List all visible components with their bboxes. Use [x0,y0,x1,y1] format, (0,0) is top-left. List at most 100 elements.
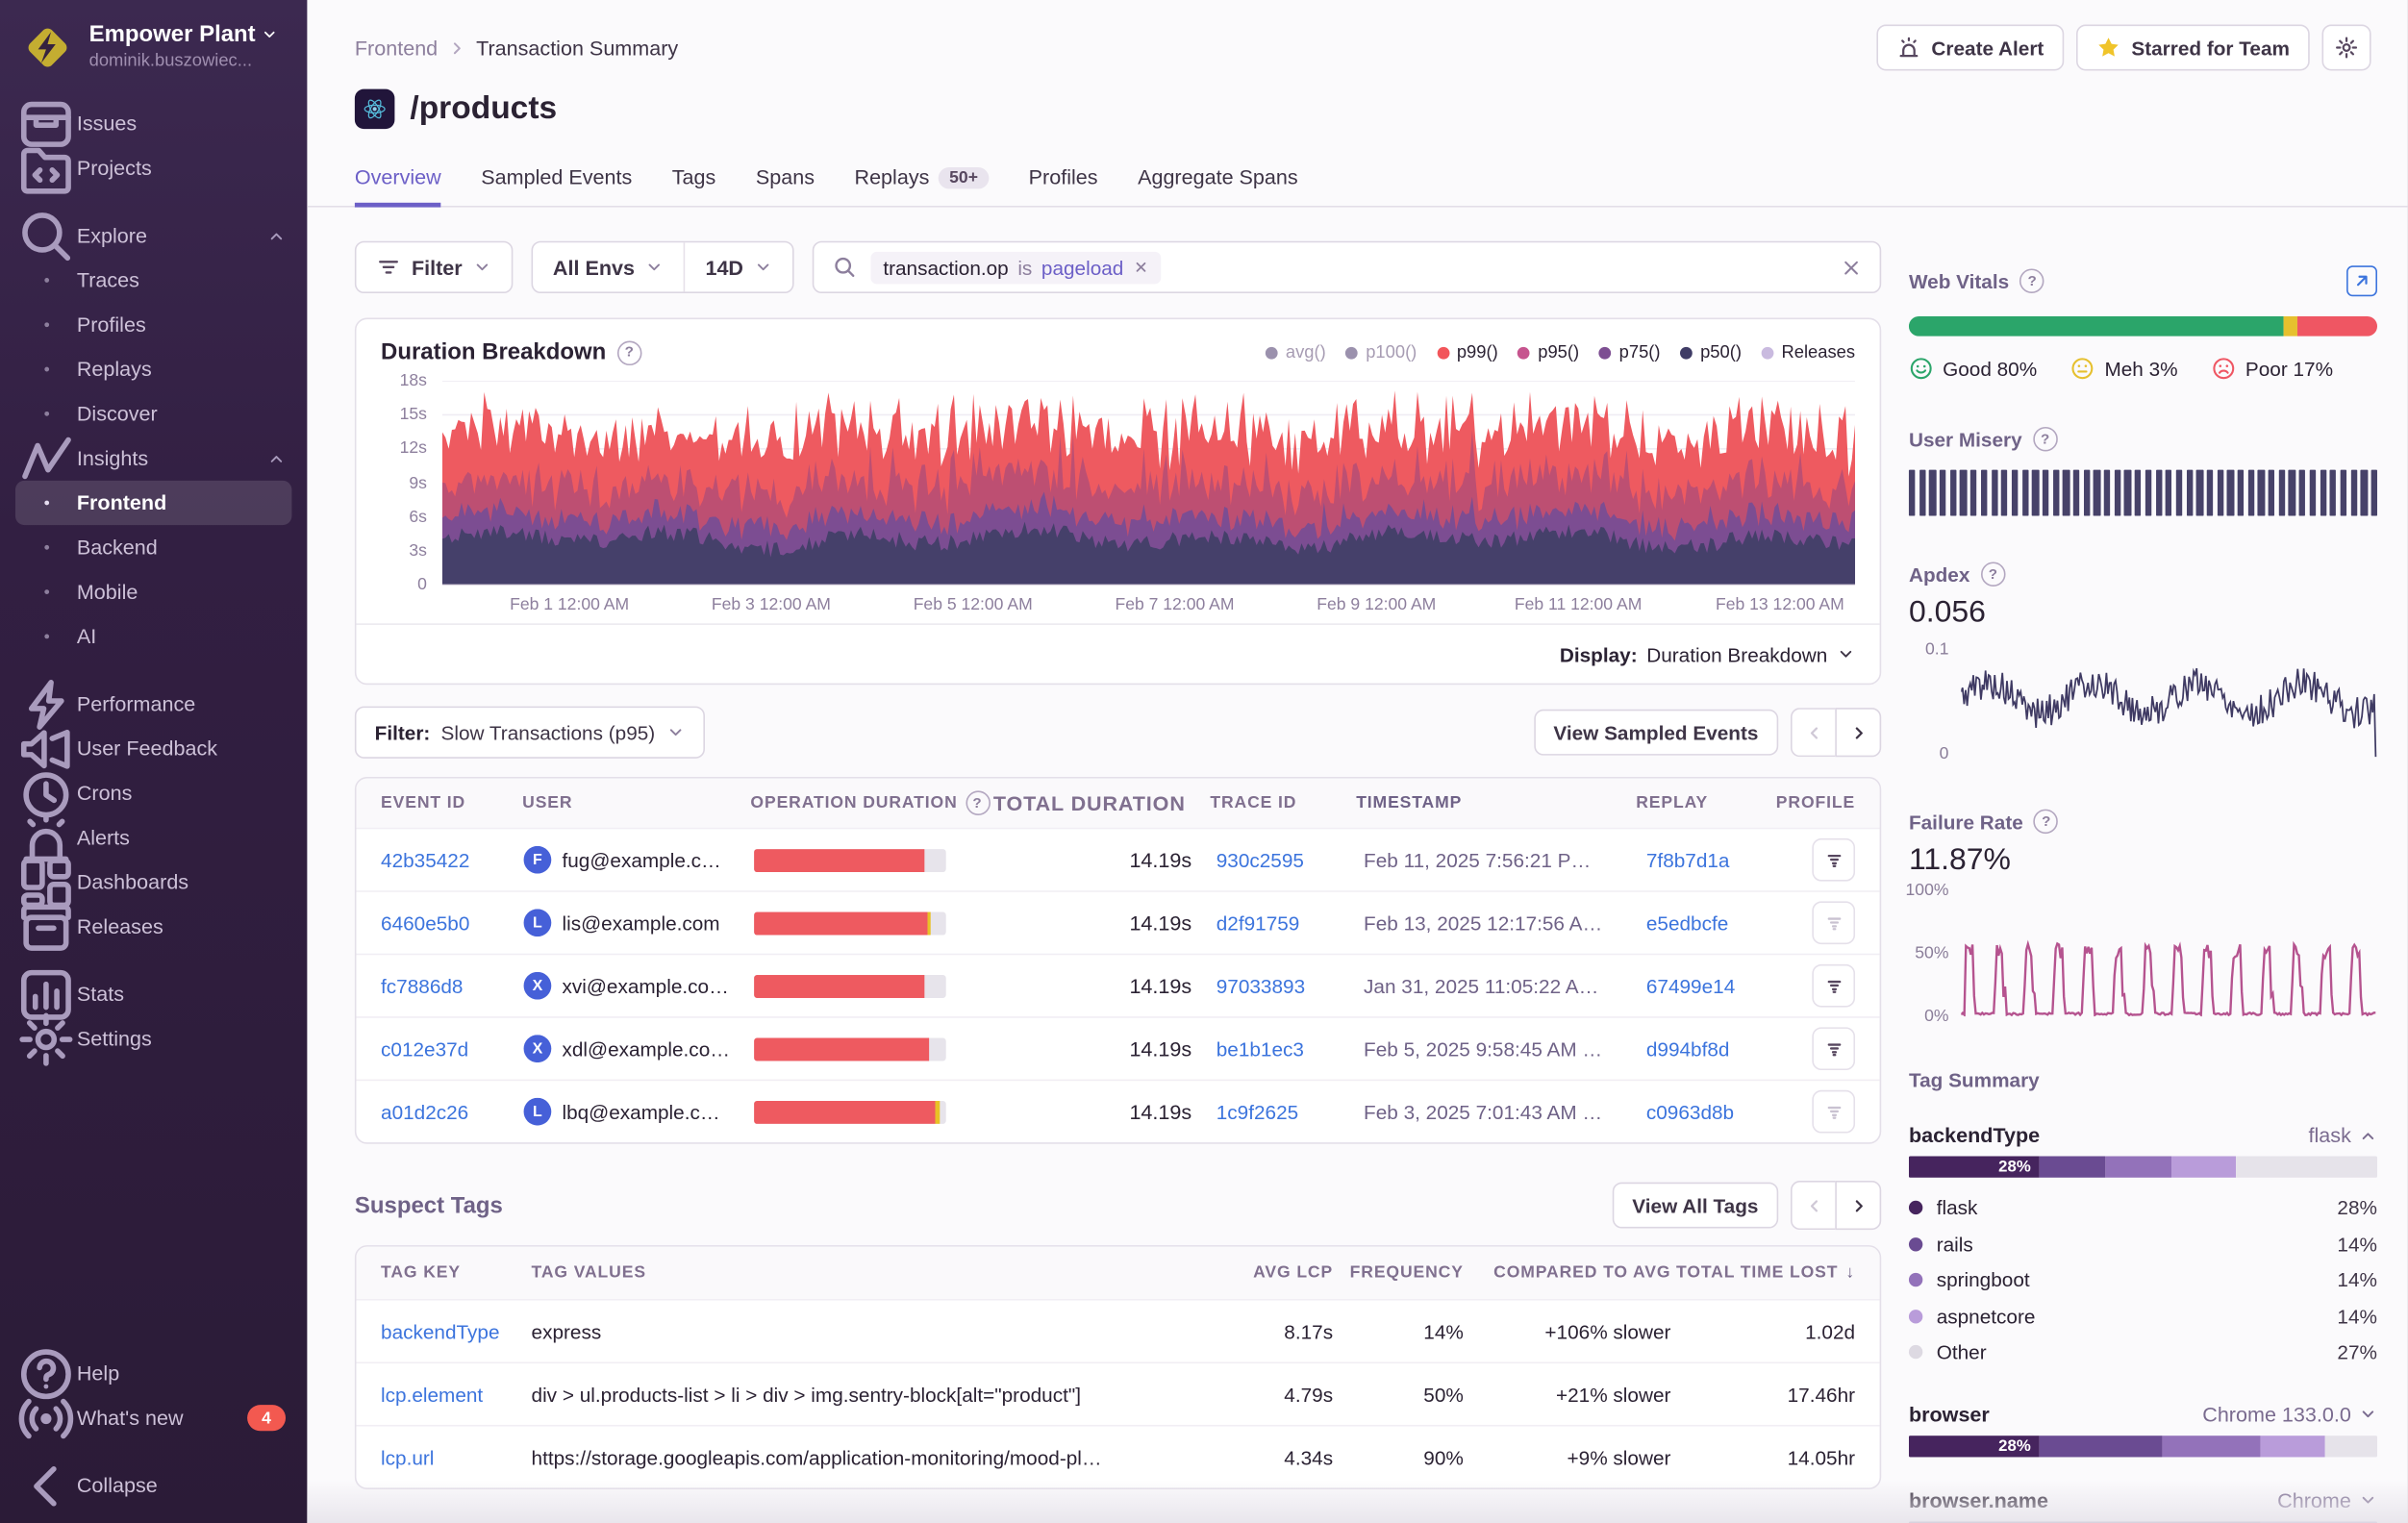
tag-legend-row[interactable]: flask28% [1909,1190,2377,1227]
column-header-total-time-lost[interactable]: TOTAL TIME LOST↓ [1670,1263,1855,1282]
replay-id-link[interactable]: 7f8b7d1a [1646,848,1730,871]
sidebar-item-explore[interactable]: Explore [15,213,291,258]
trace-id-link[interactable]: 930c2595 [1217,848,1304,871]
column-header-replay[interactable]: REPLAY [1636,794,1776,812]
tab-overview[interactable]: Overview [355,157,441,208]
column-header-tag-key[interactable]: TAG KEY [381,1263,531,1282]
tab-tags[interactable]: Tags [672,157,716,208]
view-all-tags-button[interactable]: View All Tags [1613,1183,1779,1229]
sidebar-item-ai[interactable]: AI [15,614,291,659]
events-filter-dropdown[interactable]: Filter: Slow Transactions (p95) [355,707,704,759]
tag-selected-value[interactable]: flask [2309,1124,2377,1147]
next-page-button[interactable] [1835,1181,1881,1230]
sidebar-item-profiles[interactable]: Profiles [15,303,291,347]
display-value[interactable]: Duration Breakdown [1646,642,1827,665]
tag-key-link[interactable]: backendType [381,1320,500,1343]
sidebar-item-collapse[interactable]: Collapse [15,1463,291,1508]
settings-button[interactable] [2322,25,2371,71]
legend-item-p95[interactable]: p95() [1518,343,1579,362]
profile-button[interactable] [1812,964,1855,1008]
sidebar-item-replays[interactable]: Replays [15,347,291,391]
column-header-compared-to-avg[interactable]: COMPARED TO AVG [1464,1263,1671,1282]
profile-button[interactable] [1812,901,1855,944]
replay-id-link[interactable]: c0963d8b [1646,1100,1734,1123]
profile-button[interactable] [1812,1027,1855,1070]
profile-button[interactable] [1812,838,1855,882]
event-id-link[interactable]: 6460e5b0 [381,911,469,935]
tab-replays[interactable]: Replays50+ [855,157,990,208]
trace-id-link[interactable]: 1c9f2625 [1217,1100,1298,1123]
column-header-user[interactable]: USER [522,794,750,812]
column-header-timestamp[interactable]: TIMESTAMP [1356,794,1636,812]
sidebar-item-settings[interactable]: Settings [15,1016,291,1061]
profile-button[interactable] [1812,1090,1855,1134]
tag-legend-row[interactable]: Other27% [1909,1335,2377,1371]
search-input[interactable]: transaction.op is pageload [813,241,1881,293]
help-icon[interactable]: ? [966,790,991,815]
prev-page-button[interactable] [1791,1181,1835,1230]
column-header-event-id[interactable]: EVENT ID [381,794,522,812]
next-page-button[interactable] [1835,708,1881,757]
help-icon[interactable]: ? [2033,427,2058,452]
breadcrumb-parent[interactable]: Frontend [355,37,438,60]
event-id-link[interactable]: a01d2c26 [381,1100,468,1123]
replay-id-link[interactable]: d994bf8d [1646,1037,1730,1061]
chevron-down-icon[interactable] [1837,645,1855,663]
legend-item-p100[interactable]: p100() [1345,343,1417,362]
sidebar-item-mobile[interactable]: Mobile [15,569,291,613]
event-id-link[interactable]: 42b35422 [381,848,469,871]
tag-key-link[interactable]: lcp.element [381,1383,483,1406]
tab-spans[interactable]: Spans [756,157,815,208]
tag-key-link[interactable]: lcp.url [381,1445,434,1468]
tag-legend-row[interactable]: rails14% [1909,1226,2377,1262]
open-web-vitals-icon[interactable] [2346,265,2377,296]
trace-id-link[interactable]: d2f91759 [1217,911,1300,935]
org-switcher[interactable]: Empower Plant dominik.buszowiec... [0,0,307,89]
legend-item-p75[interactable]: p75() [1599,343,1661,362]
clear-search-icon[interactable] [1842,257,1862,277]
tab-aggregate-spans[interactable]: Aggregate Spans [1138,157,1298,208]
starred-for-team-button[interactable]: Starred for Team [2076,25,2310,71]
tag-legend-row[interactable]: aspnetcore14% [1909,1298,2377,1335]
help-icon[interactable]: ? [2034,810,2059,835]
legend-item-p50[interactable]: p50() [1680,343,1742,362]
replay-id-link[interactable]: e5edbcfe [1646,911,1728,935]
duration-chart-plot[interactable] [442,381,1855,585]
legend-item-Releases[interactable]: Releases [1762,343,1855,362]
tab-profiles[interactable]: Profiles [1029,157,1098,208]
help-icon[interactable]: ? [2019,268,2044,293]
trace-id-link[interactable]: 97033893 [1217,974,1305,997]
replay-id-link[interactable]: 67499e14 [1646,974,1735,997]
column-header-avg-lcp[interactable]: AVG LCP [1225,1263,1333,1282]
tag-selected-value[interactable]: Chrome [2277,1488,2377,1511]
remove-token-icon[interactable] [1133,260,1148,275]
trace-id-link[interactable]: be1b1ec3 [1217,1037,1304,1061]
sidebar-item-projects[interactable]: Projects [15,146,291,190]
column-header-operation-duration[interactable]: OPERATION DURATION? [750,790,1032,815]
legend-item-avg[interactable]: avg() [1266,343,1326,362]
prev-page-button[interactable] [1791,708,1835,757]
column-header-tag-values[interactable]: TAG VALUES [532,1263,1226,1282]
date-range-picker[interactable]: 14D [686,256,792,279]
event-id-link[interactable]: c012e37d [381,1037,468,1061]
filter-button[interactable]: Filter [356,255,511,280]
search-token[interactable]: transaction.op is pageload [871,251,1161,284]
help-icon[interactable]: ? [616,340,641,365]
sidebar-item-insights[interactable]: Insights [15,437,291,481]
event-id-link[interactable]: fc7886d8 [381,974,463,997]
sidebar-item-what-s-new[interactable]: What's new4 [15,1396,291,1440]
legend-item-p99[interactable]: p99() [1437,343,1498,362]
column-header-profile[interactable]: PROFILE [1776,794,1855,812]
tab-sampled-events[interactable]: Sampled Events [481,157,632,208]
column-header-frequency[interactable]: FREQUENCY [1333,1263,1464,1282]
tag-legend-row[interactable]: springboot14% [1909,1262,2377,1299]
tag-selected-value[interactable]: Chrome 133.0.0 [2202,1403,2377,1426]
create-alert-button[interactable]: Create Alert [1876,25,2064,71]
help-icon[interactable]: ? [1981,562,2006,587]
view-sampled-events-button[interactable]: View Sampled Events [1534,710,1779,756]
sidebar-item-releases[interactable]: Releases [15,905,291,949]
column-header-total-duration[interactable]: TOTAL DURATION [1032,791,1186,814]
sidebar-item-backend[interactable]: Backend [15,525,291,569]
environment-picker[interactable]: All Envs [533,256,684,279]
column-header-trace-id[interactable]: TRACE ID [1210,794,1356,812]
